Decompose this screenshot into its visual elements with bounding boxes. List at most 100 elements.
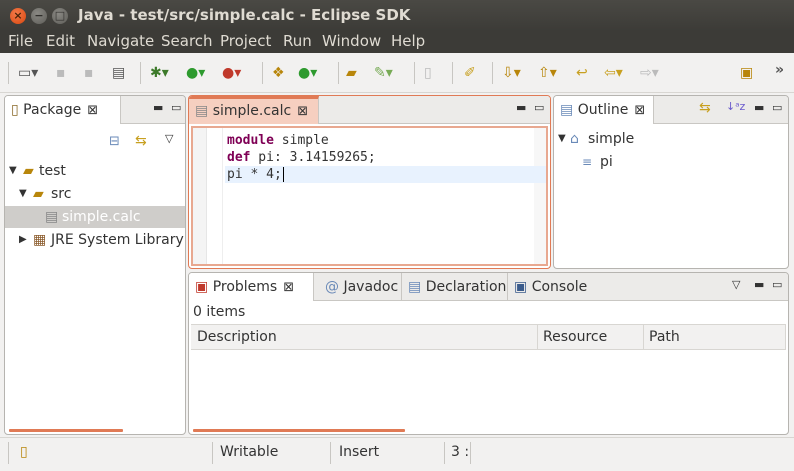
progress-underline [193, 429, 405, 432]
next-annotation-icon[interactable]: ⇩▾ [502, 64, 521, 82]
code-line-3-current: pi * 4; [225, 166, 546, 183]
forward-icon[interactable]: ⇨▾ [640, 64, 659, 82]
save-all-icon[interactable]: ▪ [84, 64, 94, 82]
editor-panel: ▤ simple.calc ⊠ ▬ ▭ module simple def pi:… [188, 95, 551, 269]
javadoc-icon: @ [325, 279, 339, 295]
last-edit-location-icon[interactable]: ↩ [576, 64, 588, 82]
toggle-breadcrumb-icon[interactable]: ▯ [424, 64, 432, 82]
save-icon[interactable]: ▪ [56, 64, 66, 82]
outline-panel: ▤ Outline ⊠ ⇆ ↓ᵃz ▬ ▭ ▼ ⌂ simple ≡ pi [553, 95, 789, 269]
tab-javadoc[interactable]: @ Javadoc [319, 273, 404, 301]
outline-icon: ▤ [560, 102, 574, 118]
view-menu-icon[interactable]: ▽ [165, 132, 173, 145]
open-type-icon[interactable]: ▰ [346, 64, 357, 82]
tab-console[interactable]: ▣ Console [507, 273, 593, 301]
progress-underline [9, 429, 123, 432]
maximize-view-icon[interactable]: ▭ [171, 101, 181, 114]
status-cursor-position: 3 : [451, 444, 470, 460]
problems-icon: ▣ [195, 279, 209, 295]
menu-bar: File Edit Navigate Search Project Run Wi… [0, 31, 794, 53]
new-class-icon[interactable]: ●▾ [298, 64, 317, 82]
tree-item-test[interactable]: ▼ ▰ test [5, 160, 185, 182]
tree-item-simple-calc[interactable]: ▤ simple.calc [5, 206, 185, 228]
minimize-view-icon[interactable]: ▬ [754, 278, 764, 291]
column-path[interactable]: Path [649, 329, 680, 345]
minimize-editor-icon[interactable]: ▬ [516, 101, 526, 114]
status-bar: ▯ Writable Insert 3 : [0, 437, 794, 471]
package-icon: ▯ [11, 102, 19, 118]
search-icon[interactable]: ✎▾ [374, 64, 393, 82]
view-menu-icon[interactable]: ▽ [732, 278, 740, 291]
close-tab-icon[interactable]: ⊠ [87, 103, 98, 118]
tab-outline[interactable]: ▤ Outline ⊠ [554, 96, 654, 124]
minimize-view-icon[interactable]: ▬ [754, 101, 764, 114]
file-icon: ▤ [195, 103, 209, 119]
declaration-icon: ▤ [408, 279, 422, 295]
title-bar: × − □ Java - test/src/simple.calc - Ecli… [0, 0, 794, 31]
status-writable: Writable [220, 444, 279, 460]
editor-ruler [193, 128, 207, 264]
toolbar-overflow-icon[interactable]: » [775, 61, 784, 79]
close-tab-icon[interactable]: ⊠ [634, 103, 645, 118]
menu-search[interactable]: Search [161, 32, 213, 50]
editor-area[interactable]: module simple def pi: 3.14159265; pi * 4… [191, 126, 548, 266]
menu-project[interactable]: Project [220, 32, 271, 50]
code-text[interactable]: module simple def pi: 3.14159265; pi * 4… [225, 132, 546, 183]
menu-window[interactable]: Window [322, 32, 381, 50]
window-title: Java - test/src/simple.calc - Eclipse SD… [78, 6, 411, 24]
column-resource[interactable]: Resource [543, 329, 607, 345]
tab-problems[interactable]: ▣ Problems ⊠ [189, 273, 314, 301]
menu-help[interactable]: Help [391, 32, 425, 50]
sync-icon[interactable]: ⇆ [699, 100, 711, 116]
mark-occurrences-icon[interactable]: ✐ [464, 64, 476, 82]
print-icon[interactable]: ▤ [112, 64, 125, 82]
source-folder-icon: ▰ [33, 186, 44, 202]
maximize-window-button[interactable]: □ [52, 8, 68, 24]
collapse-all-icon[interactable]: ⊟ [109, 134, 120, 149]
maximize-view-icon[interactable]: ▭ [772, 278, 782, 291]
console-icon: ▣ [514, 279, 528, 295]
menu-run[interactable]: Run [283, 32, 312, 50]
menu-navigate[interactable]: Navigate [87, 32, 154, 50]
status-insert-mode: Insert [339, 444, 380, 460]
maximize-editor-icon[interactable]: ▭ [534, 101, 544, 114]
definition-icon: ≡ [582, 155, 593, 169]
module-icon: ⌂ [570, 131, 579, 147]
run-icon[interactable]: ●▾ [186, 64, 205, 82]
previous-annotation-icon[interactable]: ⇧▾ [538, 64, 557, 82]
outline-item-simple[interactable]: ▼ ⌂ simple [554, 128, 788, 150]
tab-simple-calc[interactable]: ▤ simple.calc ⊠ [189, 96, 319, 124]
main-toolbar: ▭▾ ▪ ▪ ▤ ✱▾ ●▾ ●▾ ❖ ●▾ ▰ ✎▾ ▯ ✐ ⇩▾ ⇧▾ ↩ … [0, 53, 794, 93]
new-java-project-icon[interactable]: ❖ [272, 64, 285, 82]
project-icon: ▰ [23, 163, 34, 179]
link-with-editor-icon[interactable]: ⇆ [135, 133, 147, 149]
code-line-1: module simple [227, 133, 329, 148]
file-icon: ▤ [45, 209, 59, 225]
sort-icon[interactable]: ↓ᵃz [726, 100, 745, 113]
new-icon[interactable]: ▭▾ [18, 64, 38, 82]
external-tools-icon[interactable]: ●▾ [222, 64, 241, 82]
open-perspective-icon[interactable]: ▣ [740, 64, 753, 82]
outline-item-pi[interactable]: ≡ pi [554, 151, 788, 173]
minimize-window-button[interactable]: − [31, 8, 47, 24]
close-tab-icon[interactable]: ⊠ [283, 280, 294, 295]
column-description[interactable]: Description [197, 329, 277, 345]
problems-count: 0 items [193, 304, 246, 320]
close-window-button[interactable]: × [10, 8, 26, 24]
menu-file[interactable]: File [8, 32, 33, 50]
problems-panel: ▣ Problems ⊠ @ Javadoc ▤ Declaration ▣ Co… [188, 272, 789, 435]
tree-item-jre-library[interactable]: ▶ ▦ JRE System Library [5, 229, 185, 251]
menu-edit[interactable]: Edit [46, 32, 75, 50]
back-icon[interactable]: ⇦▾ [604, 64, 623, 82]
table-header: Description Resource Path [191, 324, 786, 350]
debug-icon[interactable]: ✱▾ [150, 64, 169, 82]
tab-package-explorer[interactable]: ▯ Package ⊠ [5, 96, 121, 124]
maximize-view-icon[interactable]: ▭ [772, 101, 782, 114]
close-editor-icon[interactable]: ⊠ [297, 104, 308, 119]
minimize-view-icon[interactable]: ▬ [153, 101, 163, 114]
tab-declaration[interactable]: ▤ Declaration [401, 273, 512, 301]
fast-view-icon[interactable]: ▯ [20, 444, 28, 460]
tree-item-src[interactable]: ▼ ▰ src [5, 183, 185, 205]
code-line-2: def pi: 3.14159265; [227, 150, 376, 165]
overview-ruler [534, 128, 546, 264]
